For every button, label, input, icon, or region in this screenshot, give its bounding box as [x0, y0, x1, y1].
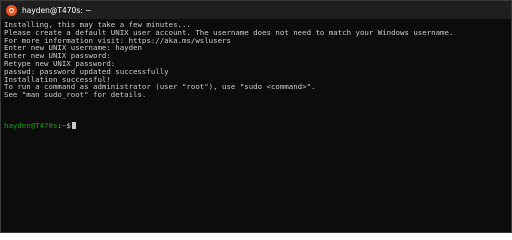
output-line-sudo-hint: To run a command as administrator (user …	[4, 83, 316, 92]
output-line-username: Enter new UNIX username: hayden	[4, 44, 142, 53]
shell-prompt[interactable]: hayden@T470s:~$	[4, 122, 503, 130]
output-line-passwd-updated: passwd: password updated successfully	[4, 67, 169, 76]
ubuntu-icon	[6, 4, 17, 16]
terminal-window: hayden@T470s: ~ Installing, this may tak…	[0, 0, 512, 233]
output-line-create-account: Please create a default UNIX user accoun…	[4, 28, 454, 37]
output-line-install-success: Installation successful!	[4, 75, 111, 84]
output-line-retype-password: Retype new UNIX password:	[4, 59, 116, 68]
output-line-password: Enter new UNIX password:	[4, 52, 111, 60]
text-cursor	[71, 121, 76, 129]
window-title: hayden@T470s: ~	[22, 5, 92, 15]
prompt-user-host: hayden@T470s	[4, 120, 58, 130]
prompt-symbol: $	[66, 120, 71, 130]
output-line-more-info: For more information visit: https://aka.…	[4, 36, 231, 45]
terminal-output[interactable]: Installing, this may take a few minutes.…	[4, 21, 503, 232]
output-line-installing: Installing, this may take a few minutes.…	[4, 21, 191, 29]
title-bar[interactable]: hayden@T470s: ~	[1, 1, 511, 19]
scrollbar[interactable]	[505, 19, 511, 232]
output-line-man-sudo: See "man sudo_root" for details.	[4, 91, 147, 99]
